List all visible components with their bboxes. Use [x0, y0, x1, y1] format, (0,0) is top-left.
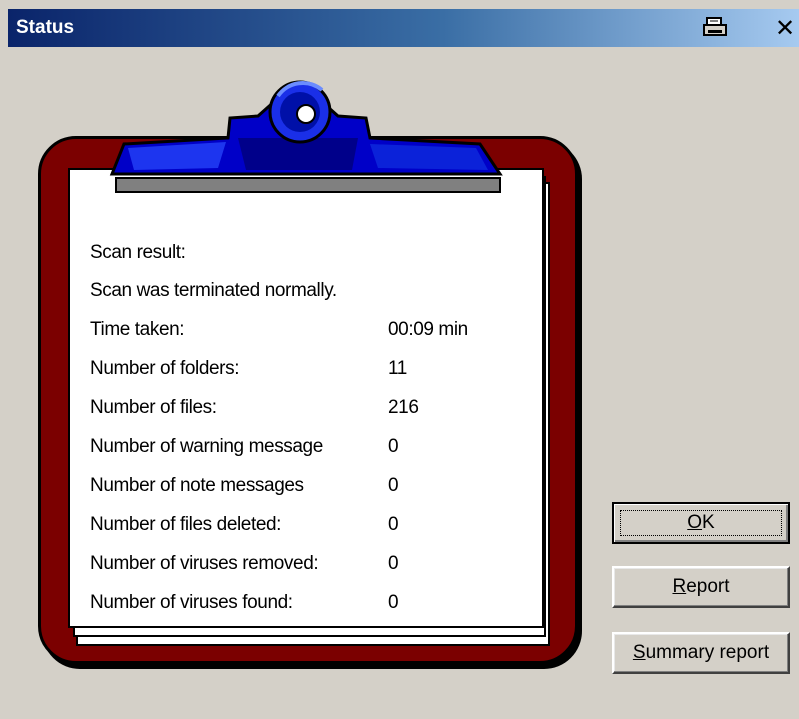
- status-window: Status ✕ Scan result: Scan was terminate…: [0, 0, 799, 719]
- files-row: Number of files: 216: [90, 397, 419, 418]
- scan-result-heading: Scan result:: [90, 242, 186, 263]
- warning-messages-value: 0: [388, 436, 399, 457]
- viruses-found-row: Number of viruses found: 0: [90, 592, 399, 613]
- folders-row: Number of folders: 11: [90, 358, 407, 379]
- warning-messages-row: Number of warning message 0: [90, 436, 399, 457]
- folders-value: 11: [388, 358, 407, 379]
- ok-button[interactable]: OK: [612, 502, 790, 544]
- viruses-removed-row: Number of viruses removed: 0: [90, 553, 399, 574]
- note-messages-value: 0: [388, 475, 399, 496]
- viruses-removed-value: 0: [388, 553, 399, 574]
- files-value: 216: [388, 397, 419, 418]
- report-button[interactable]: Report: [612, 566, 790, 608]
- clipboard-clip-icon: [109, 80, 503, 193]
- viruses-found-value: 0: [388, 592, 399, 613]
- note-messages-row: Number of note messages 0: [90, 475, 399, 496]
- files-deleted-value: 0: [388, 514, 399, 535]
- summary-report-button[interactable]: Summary report: [612, 632, 790, 674]
- time-taken-value: 00:09 min: [388, 319, 468, 340]
- files-deleted-row: Number of files deleted: 0: [90, 514, 399, 535]
- time-taken-row: Time taken: 00:09 min: [90, 319, 468, 340]
- clipboard-illustration: Scan result: Scan was terminated normall…: [0, 0, 799, 719]
- scan-result-text: Scan was terminated normally.: [90, 280, 337, 301]
